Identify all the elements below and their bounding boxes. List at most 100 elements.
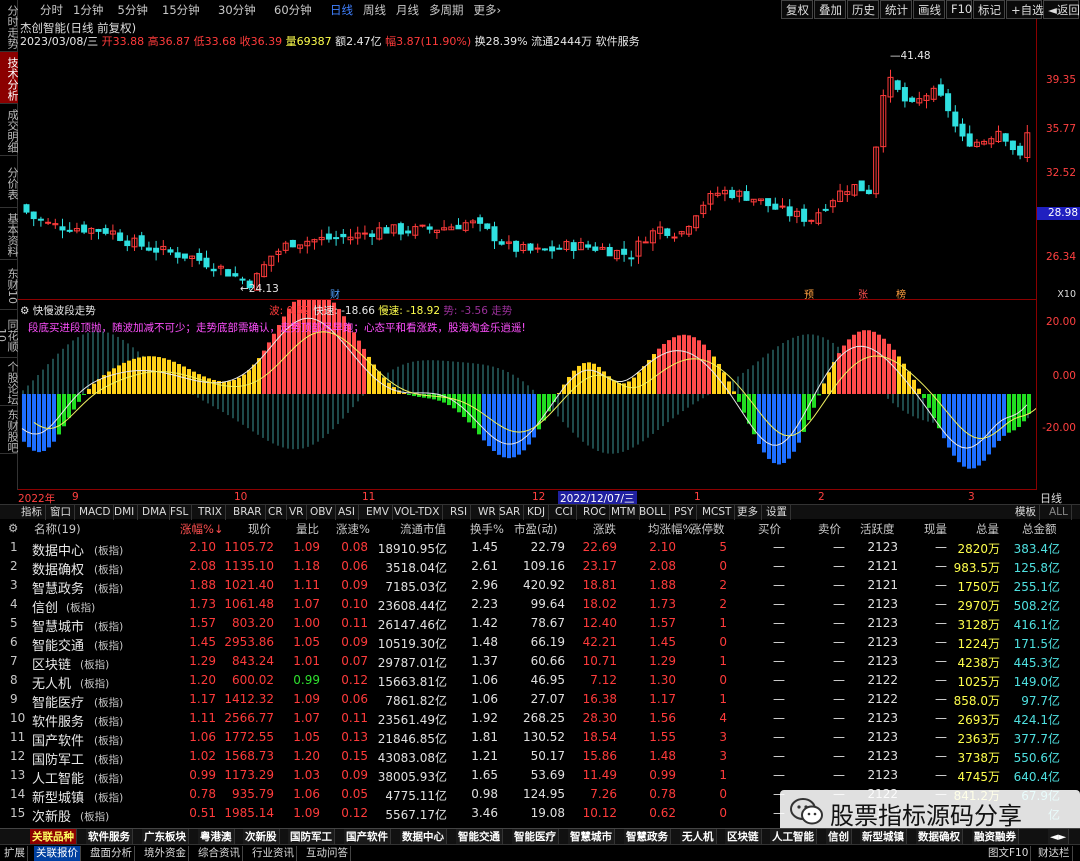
tabs-scroll-icon[interactable]: ◄►	[1048, 829, 1070, 845]
toolbar-button-1[interactable]: 叠加	[814, 0, 846, 19]
sidebar-tab-5[interactable]: 东财10	[0, 260, 19, 310]
indicator-tab-21[interactable]: BOLL	[636, 505, 670, 520]
period-4[interactable]: 30分钟	[218, 2, 256, 18]
bottom-tab-3[interactable]: 境外资金	[142, 846, 189, 861]
column-header-8[interactable]: 涨跌	[593, 521, 616, 537]
template-tab[interactable]: 模板	[1012, 505, 1040, 520]
sector-tab-18[interactable]: 融资融券	[972, 829, 1019, 845]
indicator-tab-8[interactable]: CR	[265, 505, 287, 520]
sector-tab-0[interactable]: 关联品种	[30, 829, 77, 845]
indicator-tab-18[interactable]: CCI	[552, 505, 577, 520]
sector-tab-11[interactable]: 智慧政务	[624, 829, 671, 845]
table-row[interactable]: 5 智慧城市 (板指) 1.57 803.20 1.00 0.11 26147.46亿 1.42…	[0, 615, 1080, 635]
table-row[interactable]: 1 数据中心 (板指) 2.10 1105.72 1.09 0.08 18910.95亿 1.4…	[0, 539, 1080, 559]
toolbar-button-8[interactable]: ◄返回	[1043, 0, 1080, 19]
table-row[interactable]: 11 国产软件 (板指) 1.06 1772.55 1.05 0.13 21846.85亿 1.…	[0, 729, 1080, 749]
table-row[interactable]: 2 数据确权 (板指) 2.08 1135.10 1.18 0.06 3518.04亿 2.61…	[0, 558, 1080, 578]
toolbar-button-4[interactable]: 画线	[913, 0, 945, 19]
toolbar-button-6[interactable]: 标记	[973, 0, 1005, 19]
sector-tab-2[interactable]: 广东板块	[142, 829, 189, 845]
column-header-6[interactable]: 换手%	[470, 521, 504, 537]
f10-button[interactable]: 图文F10	[986, 846, 1032, 861]
bottom-tab-0[interactable]: 扩展	[2, 846, 28, 861]
sector-tab-5[interactable]: 国防军工	[288, 829, 335, 845]
sidebar-tab-7[interactable]: 个股论坛	[0, 358, 19, 406]
indicator-tab-23[interactable]: MCST	[699, 505, 736, 520]
column-header-12[interactable]: 卖价	[818, 521, 841, 537]
bottom-tab-2[interactable]: 盘面分析	[88, 846, 135, 861]
candlestick-pane[interactable]: —41.48 ←24.13 财 预 张 榜	[18, 19, 1036, 301]
indicator-tab-13[interactable]: VOL-TDX	[391, 505, 444, 520]
bottom-tab-1[interactable]: 关联报价	[34, 846, 81, 861]
indicator-tab-6[interactable]: TRIX	[195, 505, 226, 520]
indicator-tab-16[interactable]: SAR	[496, 505, 525, 520]
indicator-pane[interactable]: ⚙ 快慢波段走势 波: 0.52 快速: -18.66 慢速: -18.92 势…	[18, 289, 1040, 490]
zoom-label[interactable]: X10	[1057, 289, 1076, 300]
column-header-9[interactable]: 均涨幅%	[648, 521, 693, 537]
table-row[interactable]: 7 区块链 (板指) 1.29 843.24 1.01 0.07 29787.01亿 1.37 6…	[0, 653, 1080, 673]
sidebar-tab-0[interactable]: 分时走势	[0, 0, 19, 52]
indicator-tab-17[interactable]: KDJ	[524, 505, 550, 520]
indicator-tab-11[interactable]: ASI	[335, 505, 359, 520]
sidebar-tab-6[interactable]: 同花顺10	[0, 310, 19, 358]
sector-tab-15[interactable]: 信创	[826, 829, 852, 845]
column-header-3[interactable]: 量比	[296, 521, 319, 537]
table-row[interactable]: 13 人工智能 (板指) 0.99 1173.29 1.03 0.09 38005.93亿 1.…	[0, 767, 1080, 787]
table-row[interactable]: 4 信创 (板指) 1.73 1061.48 1.07 0.10 23608.44亿 2.23 9…	[0, 596, 1080, 616]
sector-tab-13[interactable]: 区块链	[725, 829, 762, 845]
indicator-tab-2[interactable]: MACD	[76, 505, 115, 520]
column-header-0[interactable]: 名称(19)	[34, 521, 81, 537]
period-8[interactable]: 月线	[396, 2, 419, 18]
sector-tab-1[interactable]: 软件服务	[86, 829, 133, 845]
table-row[interactable]: 12 国防军工 (板指) 1.02 1568.73 1.20 0.15 43083.08亿 1.…	[0, 748, 1080, 768]
column-header-2[interactable]: 现价	[248, 521, 271, 537]
sector-tab-16[interactable]: 新型城镇	[860, 829, 907, 845]
sidebar-tab-8[interactable]: 东财股吧	[0, 406, 19, 454]
indicator-tab-19[interactable]: ROC	[580, 505, 610, 520]
period-7[interactable]: 周线	[363, 2, 386, 18]
indicator-tab-5[interactable]: FSL	[167, 505, 193, 520]
bottom-tab-5[interactable]: 行业资讯	[250, 846, 297, 861]
sector-tab-17[interactable]: 数据确权	[916, 829, 963, 845]
bottom-tab-6[interactable]: 互动问答	[304, 846, 351, 861]
gear-icon[interactable]: ⚙	[20, 305, 29, 317]
column-header-13[interactable]: 活跃度	[860, 521, 895, 537]
sector-tab-4[interactable]: 次新股	[243, 829, 280, 845]
indicator-tab-1[interactable]: 窗口	[47, 505, 75, 520]
period-6[interactable]: 日线	[330, 2, 353, 18]
sector-tab-6[interactable]: 国产软件	[344, 829, 391, 845]
column-header-1[interactable]: 涨幅%↓	[180, 521, 224, 537]
sector-tab-7[interactable]: 数据中心	[400, 829, 447, 845]
column-header-15[interactable]: 总量	[976, 521, 999, 537]
table-row[interactable]: 3 智慧政务 (板指) 1.88 1021.40 1.11 0.09 7185.03亿 2.96…	[0, 577, 1080, 597]
toolbar-button-0[interactable]: 复权	[781, 0, 813, 19]
period-10[interactable]: 更多›	[474, 2, 502, 18]
indicator-tab-4[interactable]: DMA	[139, 505, 171, 520]
all-tab[interactable]: ALL	[1046, 505, 1072, 520]
indicator-tab-20[interactable]: MTM	[608, 505, 640, 520]
toolbar-button-2[interactable]: 历史	[847, 0, 879, 19]
bottom-tab-4[interactable]: 综合资讯	[196, 846, 243, 861]
sector-tab-14[interactable]: 人工智能	[770, 829, 817, 845]
table-row[interactable]: 6 智能交通 (板指) 1.45 2953.86 1.05 0.09 10519.30亿 1.4…	[0, 634, 1080, 654]
table-row[interactable]: 8 无人机 (板指) 1.20 600.02 0.99 0.12 15663.81亿 1.06 4…	[0, 672, 1080, 692]
table-settings-icon[interactable]: ⚙	[8, 521, 18, 535]
column-header-10[interactable]: 涨停数	[690, 521, 725, 537]
sidebar-toggle[interactable]: 财达栏	[1036, 846, 1073, 861]
indicator-tab-14[interactable]: RSI	[447, 505, 472, 520]
indicator-tab-22[interactable]: PSY	[671, 505, 698, 520]
sector-tab-8[interactable]: 智能交通	[456, 829, 503, 845]
sidebar-tab-1[interactable]: 技术分析	[0, 52, 19, 104]
period-0[interactable]: 分时	[40, 2, 63, 18]
table-row[interactable]: 10 软件服务 (板指) 1.11 2566.77 1.07 0.11 23561.49亿 1.…	[0, 710, 1080, 730]
indicator-tab-24[interactable]: 更多	[734, 505, 762, 520]
indicator-tab-12[interactable]: EMV	[363, 505, 393, 520]
period-2[interactable]: 5分钟	[118, 2, 148, 18]
column-header-7[interactable]: 市盈(动)	[514, 521, 557, 537]
column-header-11[interactable]: 买价	[758, 521, 781, 537]
column-header-16[interactable]: 总金额	[1022, 521, 1057, 537]
sector-tab-9[interactable]: 智能医疗	[512, 829, 559, 845]
indicator-tab-9[interactable]: VR	[286, 505, 308, 520]
sidebar-tab-3[interactable]: 分价表	[0, 156, 19, 208]
period-1[interactable]: 1分钟	[73, 2, 103, 18]
